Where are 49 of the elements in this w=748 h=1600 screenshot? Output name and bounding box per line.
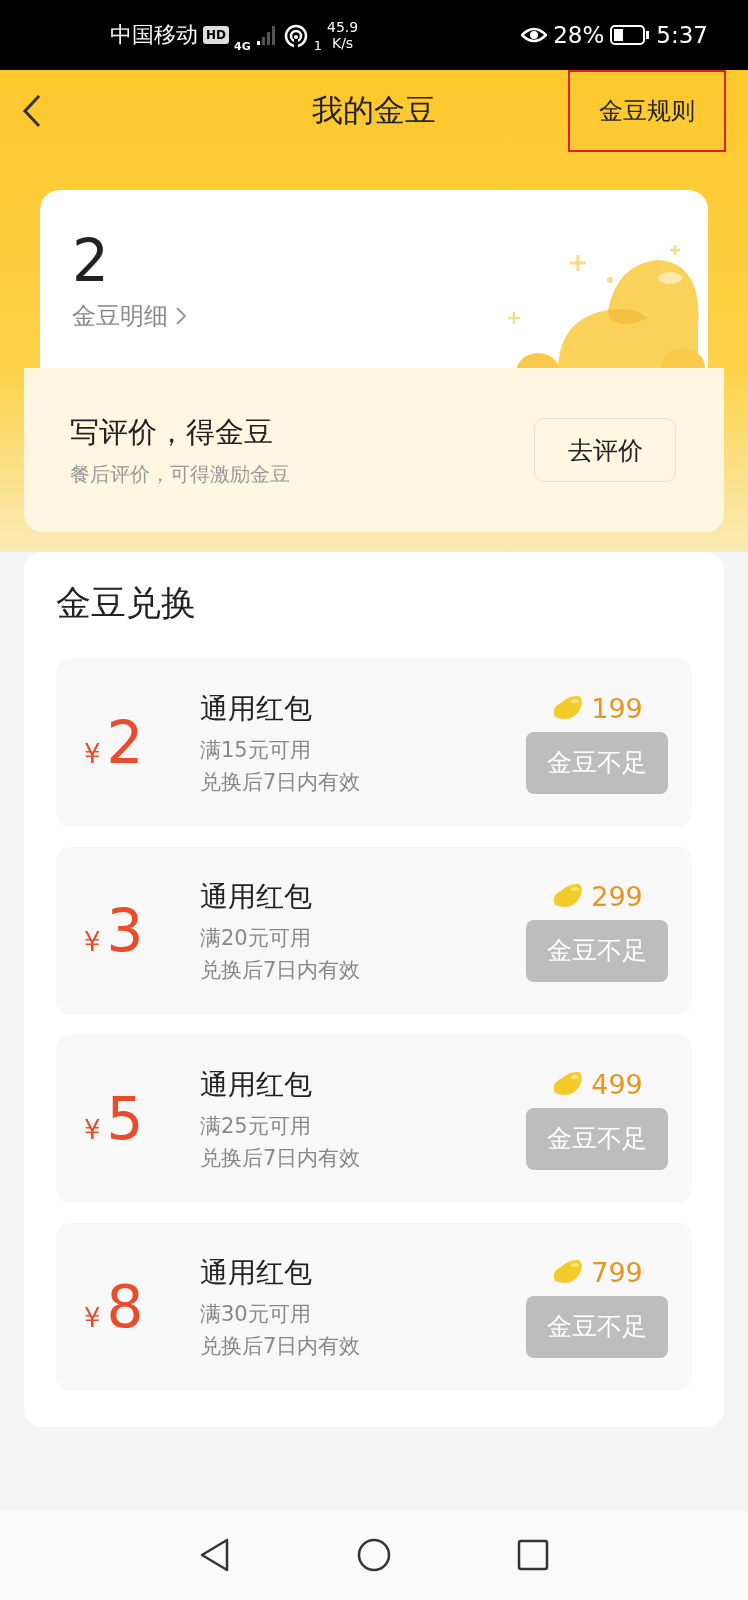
- coupon-validity: 兑换后7日内有效: [200, 957, 362, 984]
- coupon-amount: 8: [106, 1273, 144, 1341]
- speed-unit: K/s: [331, 35, 354, 51]
- review-title: 写评价，得金豆: [70, 413, 274, 451]
- bean-cost: 799: [591, 1256, 643, 1288]
- hotspot-icon: [282, 23, 309, 47]
- coupon-amount: 5: [106, 1085, 144, 1153]
- back-icon[interactable]: [22, 94, 42, 128]
- battery-icon: [610, 25, 651, 45]
- network-type: 4G: [234, 39, 251, 53]
- home-nav-icon[interactable]: [357, 1538, 391, 1572]
- signal-icon: [255, 24, 278, 46]
- carrier-name: 中国移动: [110, 21, 198, 49]
- coupon-condition: 满25元可用: [200, 1113, 312, 1140]
- eye-icon: [521, 26, 548, 44]
- coupon-name: 通用红包: [200, 691, 313, 727]
- currency-symbol: ¥: [84, 739, 101, 769]
- bean-cost: 299: [591, 880, 643, 912]
- section-title: 金豆兑换: [56, 582, 197, 625]
- bean-cost: 499: [591, 1068, 643, 1100]
- coupon-amount: 2: [106, 709, 144, 777]
- coupon-condition: 满20元可用: [200, 925, 312, 952]
- coupon-validity: 兑换后7日内有效: [200, 1145, 362, 1172]
- bean-cost: 199: [591, 692, 643, 724]
- currency-symbol: ¥: [84, 1115, 101, 1145]
- coupon-validity: 兑换后7日内有效: [200, 769, 362, 796]
- hd-badge: HD: [203, 26, 229, 44]
- back-nav-icon[interactable]: [199, 1538, 231, 1572]
- coupon-validity: 兑换后7日内有效: [200, 1333, 362, 1360]
- coupon-condition: 满30元可用: [200, 1301, 312, 1328]
- review-subtitle: 餐后评价，可得激励金豆: [70, 460, 290, 488]
- currency-symbol: ¥: [84, 927, 101, 957]
- speed-value: 45.9: [327, 19, 359, 35]
- bean-detail-link[interactable]: 金豆明细: [72, 300, 188, 332]
- coupon-amount: 3: [106, 897, 144, 965]
- coupon-name: 通用红包: [200, 879, 313, 915]
- coupon-condition: 满15元可用: [200, 737, 312, 764]
- page-title: 我的金豆: [312, 91, 436, 130]
- chevron-right-icon: [174, 305, 188, 327]
- hotspot-count: 1: [313, 37, 322, 53]
- currency-symbol: ¥: [84, 1303, 101, 1333]
- coupon-name: 通用红包: [200, 1067, 313, 1103]
- coupon-name: 通用红包: [200, 1255, 313, 1291]
- recents-nav-icon[interactable]: [517, 1539, 549, 1571]
- go-review-button[interactable]: 去评价: [534, 418, 676, 482]
- clock: 5:37: [656, 22, 708, 48]
- bean-balance: 2: [72, 228, 110, 294]
- rules-link[interactable]: 金豆规则: [568, 70, 726, 152]
- battery-percent: 28%: [553, 22, 605, 48]
